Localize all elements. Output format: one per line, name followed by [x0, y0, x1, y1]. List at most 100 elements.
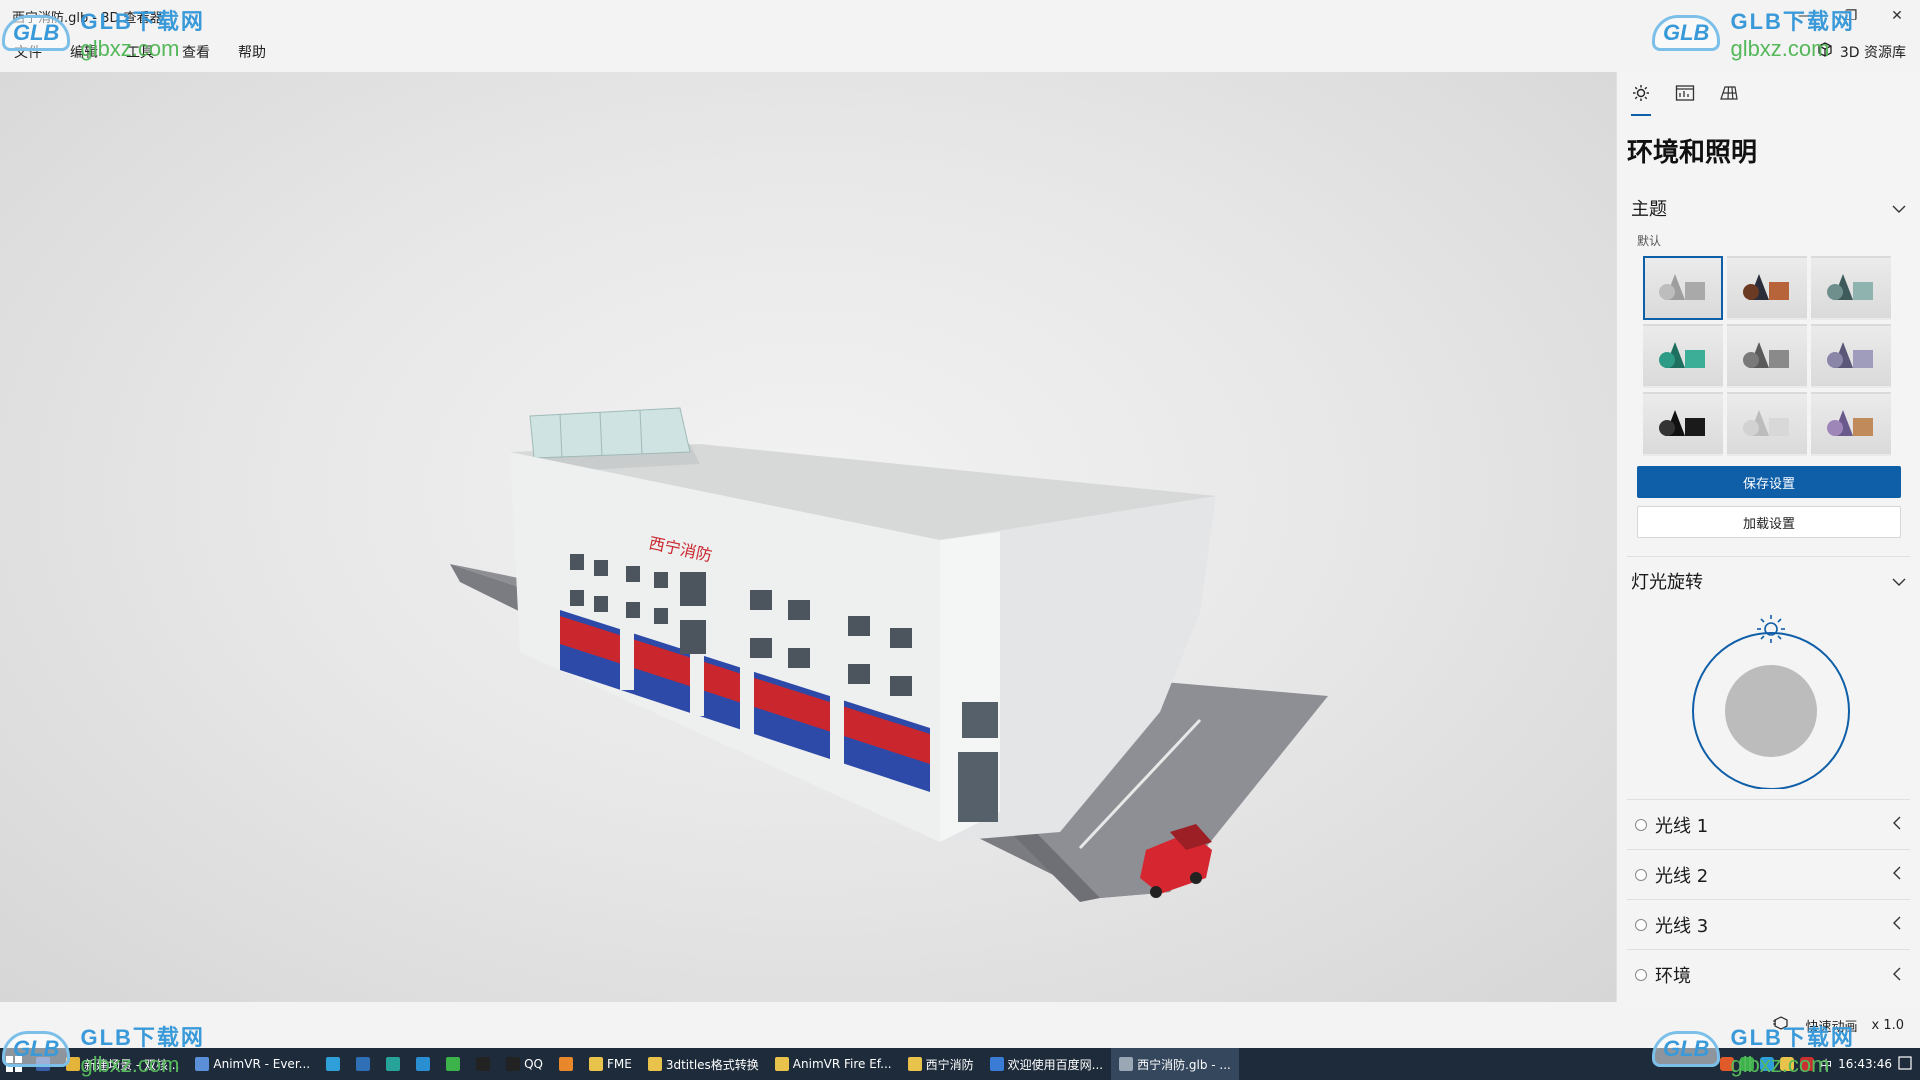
light-handle-sun-icon — [1757, 615, 1785, 643]
input-language[interactable]: 中 — [1820, 1056, 1832, 1073]
system-tray: 中 16:43:46 — [1720, 1048, 1920, 1080]
tray-app-icon[interactable] — [1740, 1057, 1755, 1071]
taskbar-item[interactable]: AnimVR Fire Ef... — [767, 1048, 900, 1080]
environment-row[interactable]: 环境 — [1627, 950, 1910, 1000]
taskbar-item[interactable]: 西宁消防.glb - ... — [1111, 1048, 1239, 1080]
qq-icon — [506, 1057, 521, 1071]
speed-label[interactable]: x 1.0 — [1872, 1018, 1905, 1033]
taskbar-item[interactable] — [408, 1048, 438, 1080]
chevron-left-icon — [1892, 914, 1902, 935]
theme-preview-icon — [1743, 342, 1789, 368]
minimize-button[interactable]: — — [1782, 0, 1828, 32]
tray-app-icon[interactable] — [1780, 1057, 1795, 1071]
viewer-icon — [1119, 1057, 1134, 1071]
theme-swatch[interactable] — [1643, 256, 1723, 320]
maximize-button[interactable]: ❐ — [1828, 0, 1874, 32]
tray-clock[interactable]: 16:43:46 — [1838, 1057, 1892, 1071]
theme-swatch[interactable] — [1811, 324, 1891, 388]
tray-app-icon[interactable] — [1800, 1057, 1815, 1071]
folder-icon — [647, 1057, 662, 1071]
theme-label: 主题 — [1631, 199, 1667, 220]
windows-start-button[interactable] — [0, 1048, 28, 1080]
light-2-label: 光线 2 — [1655, 865, 1709, 887]
taskbar-item[interactable] — [348, 1048, 378, 1080]
tab-environment[interactable] — [1631, 84, 1651, 116]
load-settings-button[interactable]: 加载设置 — [1637, 506, 1901, 538]
taskbar-item-search[interactable] — [28, 1048, 58, 1080]
taskbar-item[interactable] — [438, 1048, 468, 1080]
menu-tools[interactable]: 工具 — [112, 32, 168, 72]
menu-bar: 文件 编辑 工具 查看 帮助 3D 资源库 — [0, 32, 1920, 72]
resource-library-button[interactable]: 3D 资源库 — [1816, 32, 1906, 72]
taskbar-item[interactable] — [378, 1048, 408, 1080]
wechat-icon — [446, 1057, 461, 1071]
taskbar-item[interactable]: QQ — [498, 1048, 551, 1080]
light-row-2[interactable]: 光线 2 — [1627, 850, 1910, 900]
theme-sub-label: 默认 — [1637, 233, 1662, 248]
theme-swatch[interactable] — [1643, 324, 1723, 388]
theme-swatch[interactable] — [1727, 324, 1807, 388]
tab-mesh[interactable] — [1719, 84, 1739, 116]
save-settings-button[interactable]: 保存设置 — [1637, 466, 1901, 498]
chevron-down-icon — [1892, 571, 1906, 592]
close-button[interactable]: ✕ — [1874, 0, 1920, 32]
quick-animation-label[interactable]: 快速动画 — [1805, 1016, 1857, 1035]
menu-edit[interactable]: 编辑 — [56, 32, 112, 72]
divider — [1627, 556, 1910, 557]
light-rotation-dial[interactable] — [1689, 609, 1853, 790]
sun-icon — [1632, 84, 1650, 106]
theme-preview-icon — [1827, 410, 1873, 436]
notification-icon[interactable] — [1898, 1055, 1912, 1073]
chevron-left-icon — [1892, 814, 1902, 835]
theme-preview-icon — [1659, 274, 1705, 300]
theme-swatch[interactable] — [1811, 256, 1891, 320]
light-2-toggle[interactable] — [1635, 868, 1647, 881]
taskbar-item[interactable]: FME — [581, 1048, 640, 1080]
taskbar-item-label: 欢迎使用百度网... — [1007, 1057, 1104, 1072]
building-model[interactable]: 西宁消防 — [0, 72, 1616, 1002]
taskbar-item[interactable]: AnimVR - Ever... — [187, 1048, 318, 1080]
app-icon — [416, 1057, 431, 1071]
theme-swatch[interactable] — [1811, 392, 1891, 456]
environment-toggle[interactable] — [1635, 969, 1647, 981]
light-rotation-header[interactable]: 灯光旋转 — [1617, 561, 1920, 601]
theme-swatch[interactable] — [1727, 256, 1807, 320]
taskbar-item[interactable] — [318, 1048, 348, 1080]
theme-grid — [1617, 256, 1920, 456]
animation-icon[interactable] — [1773, 1015, 1791, 1035]
status-bar: 快速动画 x 1.0 — [0, 1002, 1920, 1048]
menu-view[interactable]: 查看 — [168, 32, 224, 72]
folder-icon — [774, 1057, 789, 1071]
edge-icon — [326, 1057, 341, 1071]
tray-app-icon[interactable] — [1760, 1057, 1775, 1071]
menu-file[interactable]: 文件 — [0, 32, 56, 72]
tab-statistics[interactable] — [1675, 84, 1695, 116]
taskbar-item[interactable]: 新建场景 - 双核... — [58, 1048, 187, 1080]
light-3-toggle[interactable] — [1635, 918, 1647, 931]
3d-viewport[interactable]: 西宁消防 — [0, 72, 1616, 1002]
taskbar-item[interactable]: 3dtitles格式转换 — [640, 1048, 767, 1080]
stats-icon — [1675, 84, 1695, 106]
taskbar-item-label: QQ — [524, 1057, 543, 1071]
tray-app-icon[interactable] — [1720, 1057, 1735, 1071]
light-1-toggle[interactable] — [1635, 818, 1647, 831]
light-row-3[interactable]: 光线 3 — [1627, 900, 1910, 950]
theme-swatch[interactable] — [1727, 392, 1807, 456]
light-row-1[interactable]: 光线 1 — [1627, 800, 1910, 850]
taskbar-item-label: AnimVR Fire Ef... — [792, 1057, 892, 1071]
taskbar-item[interactable]: 西宁消防 — [900, 1048, 982, 1080]
resource-library-label: 3D 资源库 — [1839, 45, 1906, 61]
blender-icon — [558, 1057, 573, 1071]
theme-swatch[interactable] — [1643, 392, 1723, 456]
title-bar: 西宁消防.glb - 3D 查看器 — ❐ ✕ — [0, 0, 1920, 32]
menu-help[interactable]: 帮助 — [224, 32, 280, 72]
taskbar-item[interactable] — [551, 1048, 581, 1080]
taskbar-item-label: AnimVR - Ever... — [213, 1057, 311, 1071]
taskbar-item-label: 新建场景 - 双核... — [84, 1057, 180, 1072]
light-3-label: 光线 3 — [1655, 915, 1709, 937]
animation-controls: 快速动画 x 1.0 — [1773, 1002, 1904, 1048]
app-icon — [195, 1057, 210, 1071]
taskbar-item[interactable]: 欢迎使用百度网... — [982, 1048, 1111, 1080]
theme-section-header[interactable]: 主题 — [1617, 188, 1920, 228]
taskbar-item[interactable] — [468, 1048, 498, 1080]
